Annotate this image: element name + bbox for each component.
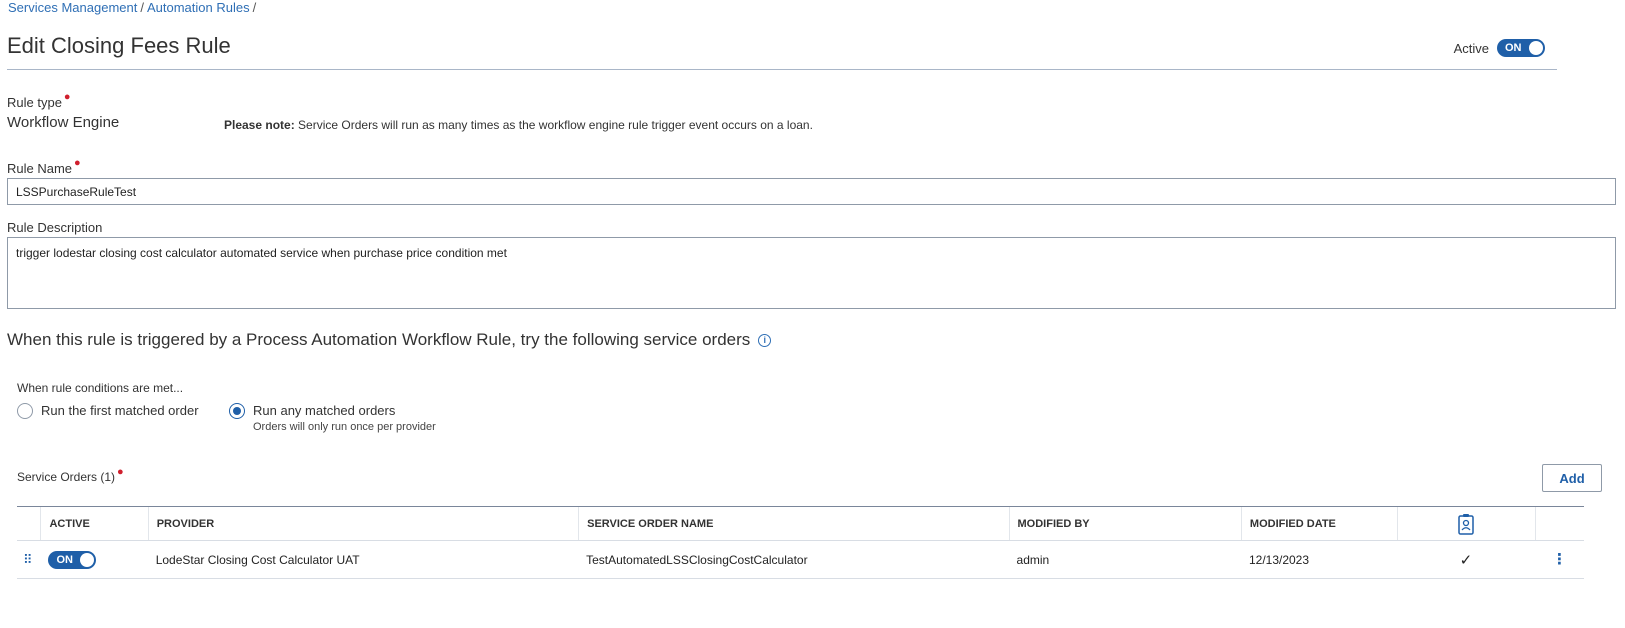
header-provider[interactable]: PROVIDER [147, 507, 578, 540]
id-badge-icon [1458, 513, 1475, 535]
radio-option-first-matched[interactable]: Run the first matched order [17, 403, 199, 419]
header-menu [1534, 507, 1584, 540]
required-indicator: ● [74, 157, 81, 169]
rule-type-note: Please note: Service Orders will run as … [224, 118, 813, 132]
toggle-state-text: ON [56, 553, 73, 566]
breadcrumb-automation-rules[interactable]: Automation Rules [147, 0, 250, 15]
header-drag [17, 507, 40, 540]
active-label: Active [1453, 40, 1489, 56]
row-modified-date: 12/13/2023 [1248, 552, 1310, 567]
toggle-state-text: ON [1505, 42, 1522, 54]
add-service-order-button[interactable]: Add [1542, 464, 1602, 492]
note-bold: Please note: [224, 118, 295, 132]
table-header: ACTIVE PROVIDER SERVICE ORDER NAME MODIF… [17, 507, 1584, 541]
breadcrumb-separator: / [140, 0, 144, 15]
service-orders-table: ACTIVE PROVIDER SERVICE ORDER NAME MODIF… [17, 506, 1584, 579]
service-orders-section-heading: When this rule is triggered by a Process… [7, 330, 772, 350]
radio-button[interactable] [17, 403, 33, 419]
row-drag-handle[interactable]: ⠿ [17, 541, 40, 578]
row-flag: ✓ [1397, 541, 1535, 578]
rule-description-input[interactable]: trigger lodestar closing cost calculator… [7, 237, 1616, 309]
breadcrumb-services-management[interactable]: Services Management [8, 0, 137, 15]
rule-active-control: Active ON [1454, 39, 1545, 57]
info-icon[interactable]: i [758, 333, 772, 347]
row-service-order-name: TestAutomatedLSSClosingCostCalculator [586, 552, 808, 567]
row-active-cell: ON [40, 541, 147, 578]
header-badge [1396, 507, 1535, 540]
required-indicator: ● [63, 91, 71, 103]
page-title: Edit Closing Fees Rule [7, 33, 231, 58]
check-icon: ✓ [1459, 551, 1473, 569]
rule-active-toggle[interactable]: ON [1497, 39, 1545, 57]
rule-description-label: Rule Description [7, 220, 103, 235]
title-divider [7, 69, 1557, 70]
header-modified-date[interactable]: MODIFIED DATE [1240, 507, 1397, 540]
toggle-knob [80, 552, 95, 567]
row-menu[interactable]: ⋮ [1535, 541, 1584, 578]
table-row: ⠿ ON LodeStar Closing Cost Calculator UA… [17, 541, 1584, 579]
toggle-knob [1529, 41, 1543, 55]
radio-label: Run any matched orders [253, 403, 396, 418]
row-provider: LodeStar Closing Cost Calculator UAT [155, 552, 360, 567]
rule-type-label: Rule type ● [7, 91, 71, 110]
header-active[interactable]: ACTIVE [40, 507, 147, 540]
header-modified-by[interactable]: MODIFIED BY [1008, 507, 1241, 540]
kebab-menu-icon[interactable]: ⋮ [1552, 552, 1567, 567]
row-modified-by: admin [1016, 552, 1050, 567]
radio-option-any-matched[interactable]: Run any matched orders Orders will only … [229, 403, 436, 433]
required-indicator: ● [117, 466, 124, 478]
conditions-label: When rule conditions are met... [17, 381, 184, 395]
breadcrumb: Services Management / Automation Rules / [8, 0, 259, 15]
drag-handle-icon[interactable]: ⠿ [23, 553, 32, 566]
radio-label: Run the first matched order [41, 403, 199, 418]
service-orders-label: Service Orders (1) ● [17, 466, 124, 484]
note-text: Service Orders will run as many times as… [294, 118, 813, 132]
breadcrumb-separator: / [252, 0, 257, 15]
radio-sublabel: Orders will only run once per provider [253, 421, 436, 433]
radio-button-selected[interactable] [229, 403, 245, 419]
section-heading-text: When this rule is triggered by a Process… [7, 330, 751, 349]
header-service-order-name[interactable]: SERVICE ORDER NAME [578, 507, 1008, 540]
row-active-toggle[interactable]: ON [48, 550, 97, 569]
rule-type-value: Workflow Engine [7, 114, 120, 131]
rule-name-input[interactable] [7, 178, 1616, 205]
rule-name-label: Rule Name ● [7, 157, 81, 176]
